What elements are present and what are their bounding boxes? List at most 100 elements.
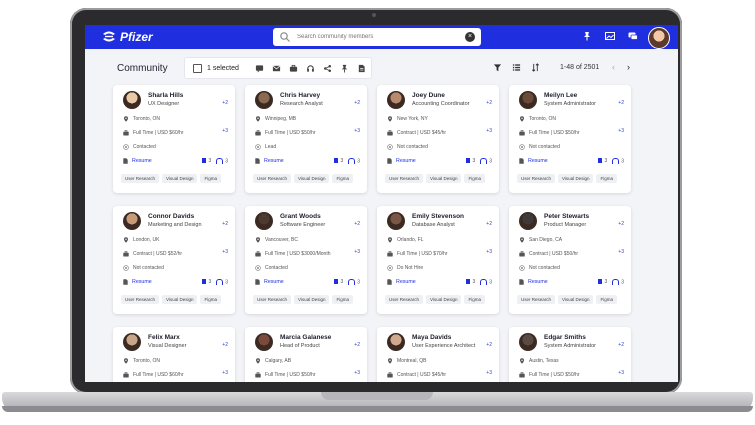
skill-tag[interactable]: Visual Design: [162, 174, 198, 183]
image-icon[interactable]: [605, 31, 615, 41]
member-card[interactable]: Grant Woods Software Engineer +2 Vancouver,…: [245, 206, 367, 314]
member-card[interactable]: Felix Marx Visual Designer +2 Toronto, ON Fu…: [113, 327, 235, 382]
member-card[interactable]: Chris Harvey Research Analyst +2 Winnipeg, …: [245, 85, 367, 193]
member-card[interactable]: Joey Dune Accounting Coordinator +2 New Yor…: [377, 85, 499, 193]
employment-more-badge[interactable]: +3: [354, 249, 360, 255]
skill-tag[interactable]: User Research: [121, 174, 160, 183]
pin-icon[interactable]: [582, 31, 592, 41]
select-all-checkbox[interactable]: [193, 63, 202, 73]
employment-more-badge[interactable]: +3: [354, 128, 360, 134]
list-view-icon[interactable]: [512, 63, 521, 72]
skill-tag[interactable]: Visual Design: [558, 174, 594, 183]
headset-count[interactable]: 3: [480, 279, 492, 285]
skill-tag[interactable]: Figma: [332, 174, 353, 183]
next-page-button[interactable]: ›: [627, 62, 630, 72]
chat-icon[interactable]: [628, 31, 638, 41]
clear-search-icon[interactable]: ×: [465, 32, 475, 42]
bookmark-count[interactable]: 3: [202, 279, 211, 285]
user-avatar[interactable]: [648, 27, 670, 49]
bookmark-count[interactable]: 3: [466, 158, 475, 164]
member-name[interactable]: Grant Woods: [280, 213, 321, 220]
employment-more-badge[interactable]: +3: [222, 249, 228, 255]
share-icon[interactable]: [323, 64, 332, 73]
member-name[interactable]: Maya Davids: [412, 334, 451, 341]
resume-link[interactable]: Resume: [255, 279, 284, 285]
skill-tag[interactable]: Visual Design: [426, 174, 462, 183]
skill-tag[interactable]: User Research: [385, 174, 424, 183]
role-more-badge[interactable]: +2: [222, 100, 228, 106]
role-more-badge[interactable]: +2: [618, 342, 624, 348]
role-more-badge[interactable]: +2: [354, 100, 360, 106]
employment-more-badge[interactable]: +3: [486, 370, 492, 376]
member-card[interactable]: Connor Davids Marketing and Design +2 Londo…: [113, 206, 235, 314]
headset-count[interactable]: 3: [480, 158, 492, 164]
pin-icon[interactable]: [340, 64, 349, 73]
brand-logo[interactable]: Pfizer: [101, 29, 153, 45]
bookmark-count[interactable]: 3: [598, 158, 607, 164]
bookmark-count[interactable]: 3: [466, 279, 475, 285]
filter-icon[interactable]: [493, 63, 502, 72]
resume-link[interactable]: Resume: [123, 158, 152, 164]
skill-tag[interactable]: User Research: [253, 174, 292, 183]
headset-icon[interactable]: [306, 64, 315, 73]
resume-link[interactable]: Resume: [123, 279, 152, 285]
role-more-badge[interactable]: +2: [222, 342, 228, 348]
member-name[interactable]: Meilyn Lee: [544, 92, 577, 99]
member-name[interactable]: Connor Davids: [148, 213, 194, 220]
member-name[interactable]: Peter Stewarts: [544, 213, 589, 220]
member-name[interactable]: Marcia Galanese: [280, 334, 331, 341]
member-card[interactable]: Meilyn Lee System Administrator +2 Toronto,…: [509, 85, 631, 193]
resume-link[interactable]: Resume: [387, 158, 416, 164]
role-more-badge[interactable]: +2: [618, 100, 624, 106]
member-name[interactable]: Joey Dune: [412, 92, 445, 99]
skill-tag[interactable]: User Research: [121, 295, 160, 304]
member-card[interactable]: Peter Stewarts Product Manager +2 San Diego…: [509, 206, 631, 314]
prev-page-button[interactable]: ‹: [612, 62, 615, 72]
employment-more-badge[interactable]: +3: [222, 128, 228, 134]
skill-tag[interactable]: Figma: [464, 174, 485, 183]
bookmark-count[interactable]: 3: [334, 279, 343, 285]
employment-more-badge[interactable]: +3: [222, 370, 228, 376]
skill-tag[interactable]: Figma: [596, 295, 617, 304]
member-name[interactable]: Sharla Hills: [148, 92, 183, 99]
skill-tag[interactable]: Figma: [596, 174, 617, 183]
skill-tag[interactable]: Figma: [464, 295, 485, 304]
role-more-badge[interactable]: +2: [354, 221, 360, 227]
briefcase-icon[interactable]: [289, 64, 298, 73]
member-name[interactable]: Edgar Smiths: [544, 334, 586, 341]
skill-tag[interactable]: User Research: [385, 295, 424, 304]
skill-tag[interactable]: User Research: [517, 295, 556, 304]
skill-tag[interactable]: Figma: [200, 295, 221, 304]
member-name[interactable]: Chris Harvey: [280, 92, 320, 99]
skill-tag[interactable]: Figma: [200, 174, 221, 183]
document-icon[interactable]: [357, 64, 366, 73]
skill-tag[interactable]: Visual Design: [294, 174, 330, 183]
member-card[interactable]: Emily Stevenson Database Analyst +2 Orlando…: [377, 206, 499, 314]
role-more-badge[interactable]: +2: [222, 221, 228, 227]
employment-more-badge[interactable]: +3: [618, 370, 624, 376]
skill-tag[interactable]: Visual Design: [426, 295, 462, 304]
skill-tag[interactable]: User Research: [517, 174, 556, 183]
search-bar[interactable]: ×: [273, 28, 481, 46]
member-card[interactable]: Sharla Hills UX Designer +2 Toronto, ON Full…: [113, 85, 235, 193]
member-card[interactable]: Edgar Smiths System Administrator +2 Austin…: [509, 327, 631, 382]
headset-count[interactable]: 3: [612, 158, 624, 164]
search-input[interactable]: [295, 33, 469, 41]
resume-link[interactable]: Resume: [519, 158, 548, 164]
resume-link[interactable]: Resume: [387, 279, 416, 285]
member-card[interactable]: Marcia Galanese Head of Product +2 Calgary,…: [245, 327, 367, 382]
skill-tag[interactable]: Figma: [332, 295, 353, 304]
sort-icon[interactable]: [531, 63, 540, 72]
headset-count[interactable]: 3: [216, 279, 228, 285]
role-more-badge[interactable]: +2: [486, 342, 492, 348]
headset-count[interactable]: 3: [612, 279, 624, 285]
resume-link[interactable]: Resume: [255, 158, 284, 164]
headset-count[interactable]: 3: [348, 158, 360, 164]
member-name[interactable]: Felix Marx: [148, 334, 180, 341]
member-card[interactable]: Maya Davids User Experience Architect +2 Mo…: [377, 327, 499, 382]
headset-count[interactable]: 3: [348, 279, 360, 285]
bookmark-count[interactable]: 3: [334, 158, 343, 164]
role-more-badge[interactable]: +2: [618, 221, 624, 227]
role-more-badge[interactable]: +2: [486, 221, 492, 227]
role-more-badge[interactable]: +2: [354, 342, 360, 348]
